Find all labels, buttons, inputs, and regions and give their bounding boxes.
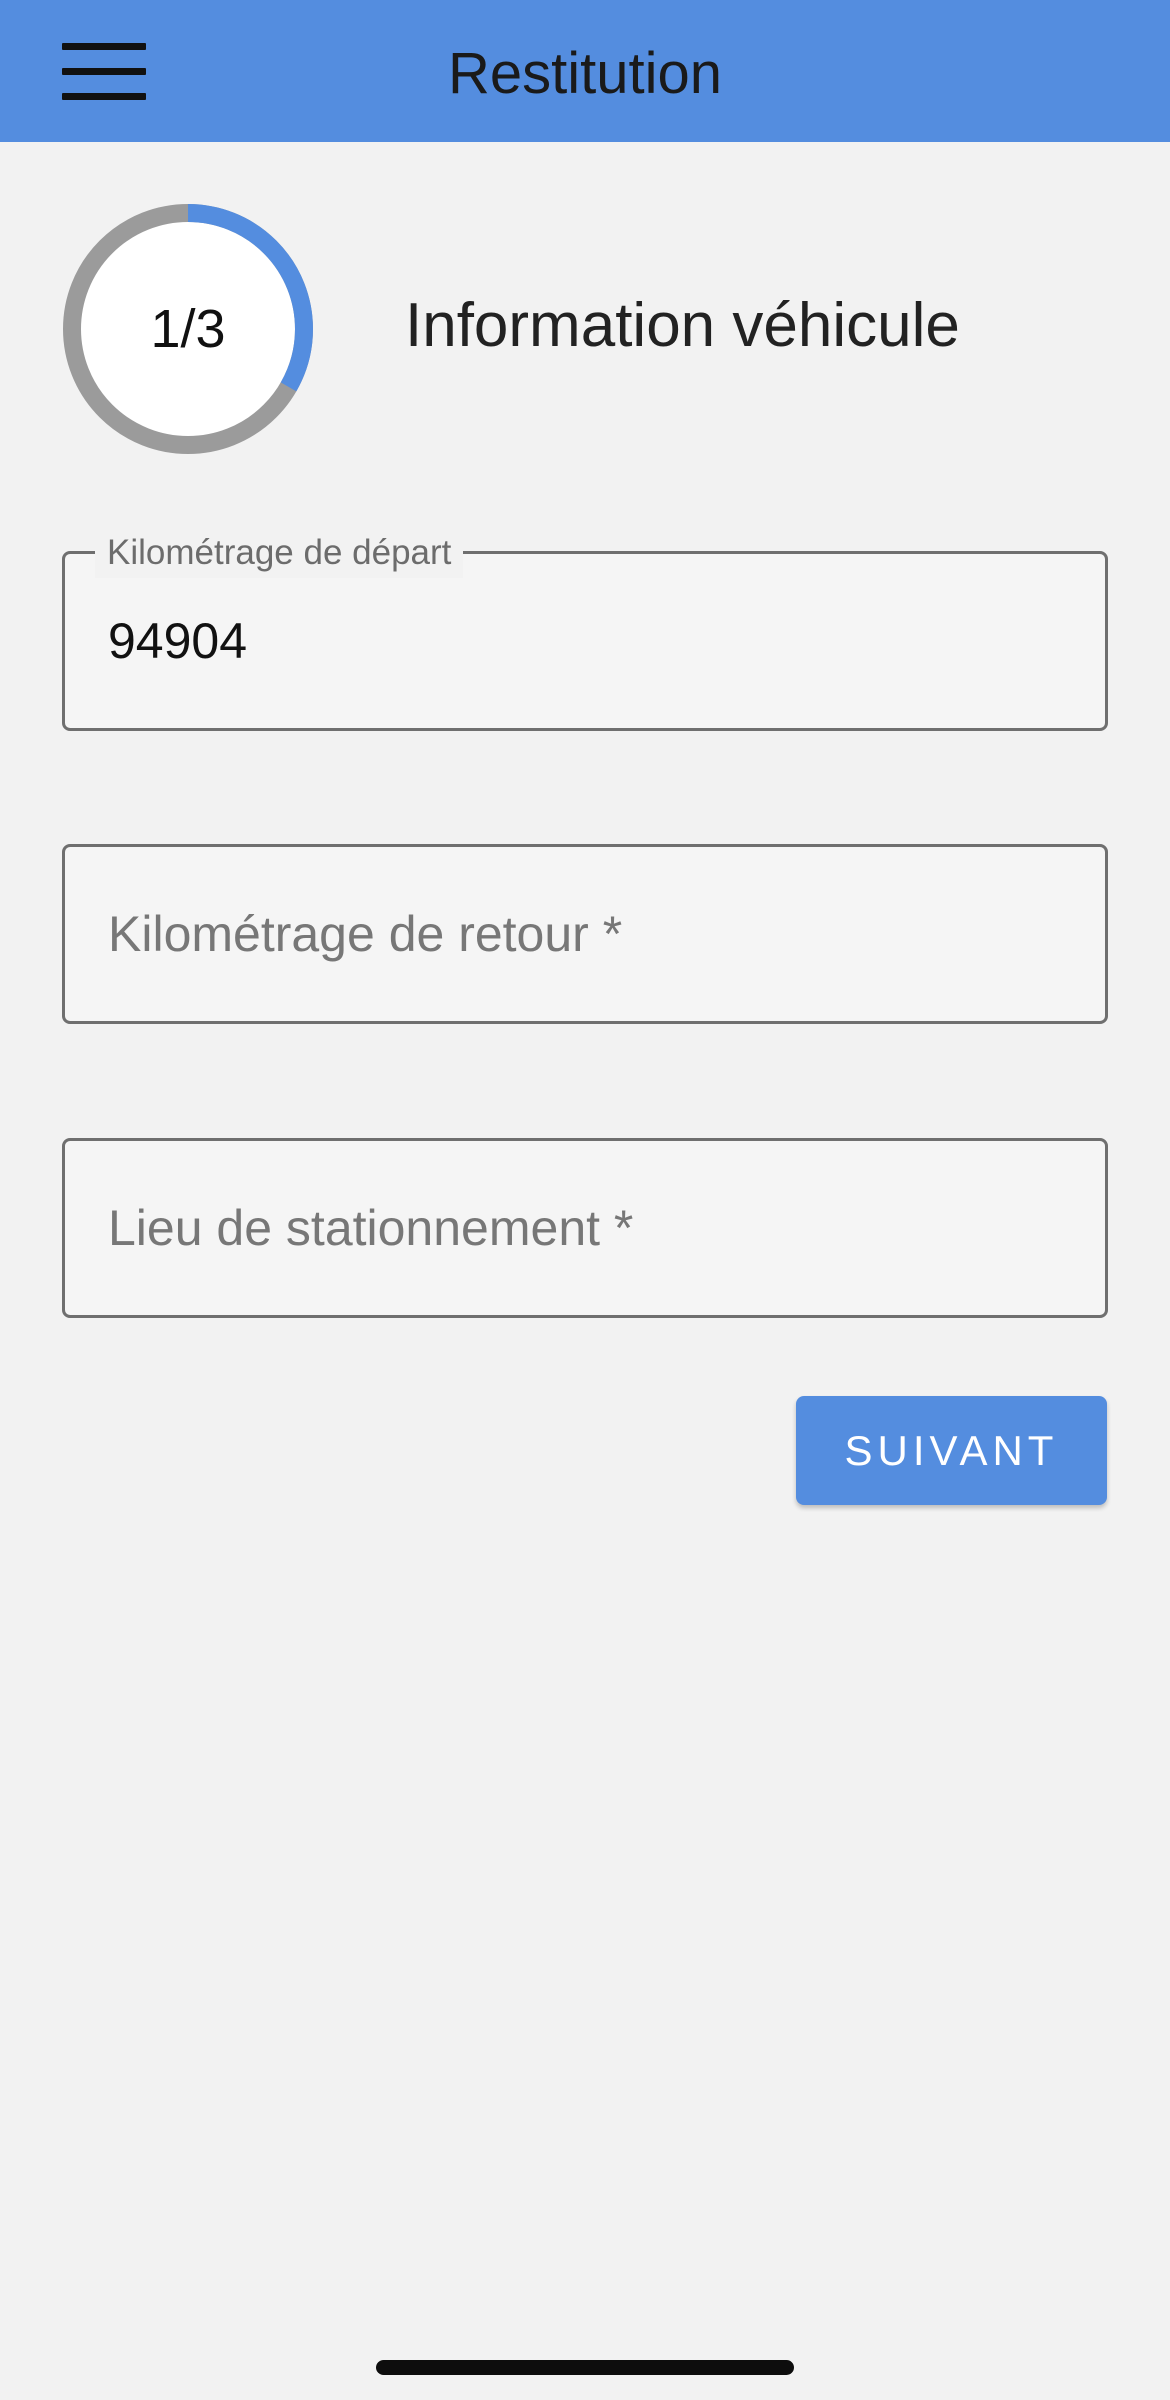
next-button[interactable]: SUIVANT [796, 1396, 1107, 1505]
parking-location-field [62, 1138, 1108, 1318]
return-mileage-field [62, 844, 1108, 1024]
parking-location-input[interactable] [65, 1141, 1105, 1315]
menu-button[interactable] [50, 32, 156, 112]
departure-mileage-field: Kilométrage de départ [62, 528, 1108, 731]
page-title: Restitution [447, 41, 723, 106]
step-counter: 1/3 [150, 299, 226, 359]
hamburger-menu-icon [62, 43, 146, 101]
home-indicator [376, 2360, 794, 2375]
return-mileage-input[interactable] [65, 847, 1105, 1021]
app-bar: Restitution [0, 0, 1170, 142]
step-progress-indicator: 1/3 [62, 203, 314, 455]
step-title: Information véhicule [405, 291, 960, 360]
departure-mileage-input[interactable] [65, 554, 1105, 728]
